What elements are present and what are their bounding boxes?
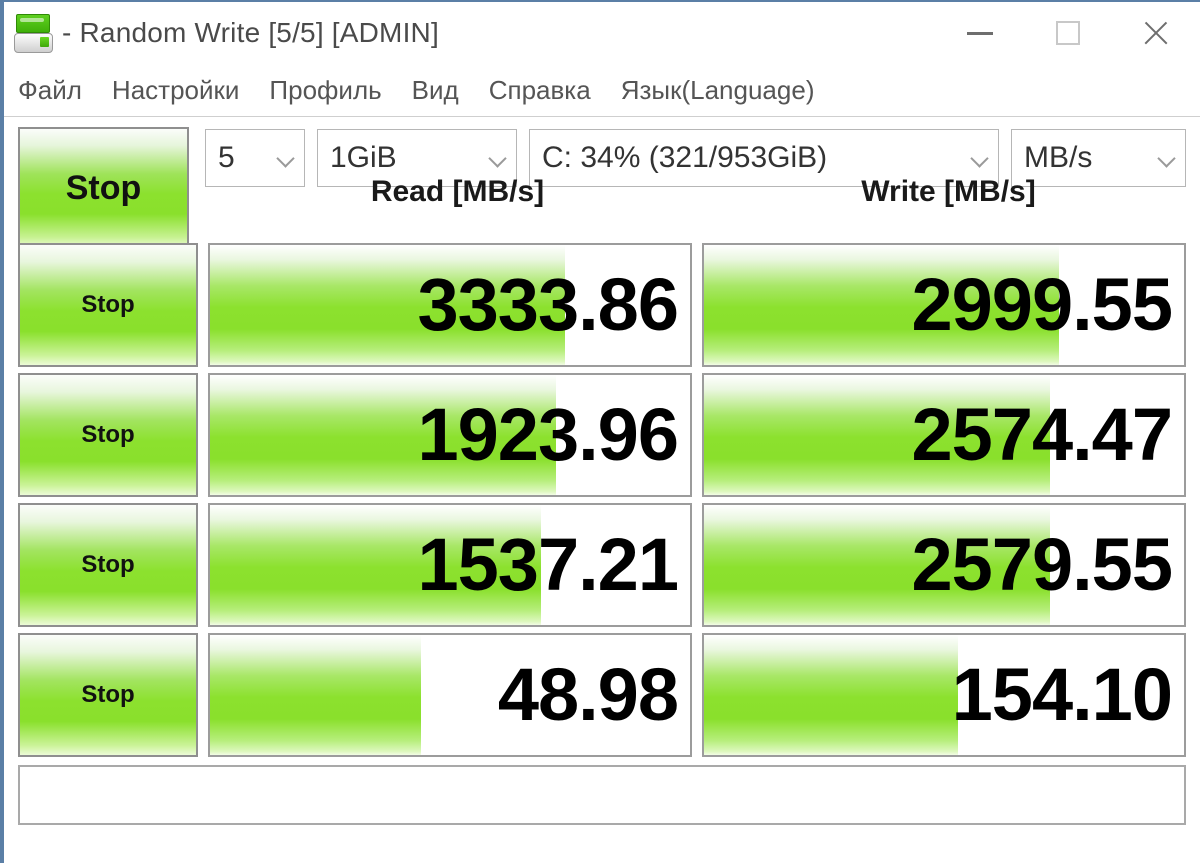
title-bar: - Random Write [5/5] [ADMIN] xyxy=(4,2,1200,64)
chevron-down-icon xyxy=(1159,150,1175,166)
read-result-cell-2: 1923.96 xyxy=(208,373,692,497)
read-value-1: 3333.86 xyxy=(417,263,679,346)
test-size-value: 1GiB xyxy=(330,141,397,174)
write-column-header: Write [MB/s] xyxy=(861,175,1036,208)
write-value-1: 2999.55 xyxy=(911,263,1173,346)
write-result-cell-3: 2579.55 xyxy=(702,503,1186,627)
read-value-2: 1923.96 xyxy=(417,393,679,476)
menu-bar: Файл Настройки Профиль Вид Справка Язык(… xyxy=(4,64,1200,117)
write-result-cell-4: 154.10 xyxy=(702,633,1186,757)
run-all-button[interactable]: Stop xyxy=(18,127,189,249)
write-result-cell-2: 2574.47 xyxy=(702,373,1186,497)
read-value-4: 48.98 xyxy=(497,653,679,736)
main-content: Stop 5 1GiB C: 34% (321/953GiB) MB/s Rea… xyxy=(4,117,1200,825)
unit-value: MB/s xyxy=(1024,141,1093,174)
test-count-value: 5 xyxy=(218,141,235,174)
menu-item-view[interactable]: Вид xyxy=(412,75,459,106)
run-row-button-4[interactable]: Stop xyxy=(18,633,198,757)
write-value-3: 2579.55 xyxy=(911,523,1173,606)
table-row: Stop 3333.86 2999.55 xyxy=(18,243,1186,367)
run-row-button-1[interactable]: Stop xyxy=(18,243,198,367)
close-button[interactable] xyxy=(1112,2,1200,64)
chevron-down-icon xyxy=(490,150,506,166)
window-title: - Random Write [5/5] [ADMIN] xyxy=(62,17,439,48)
run-row-button-3[interactable]: Stop xyxy=(18,503,198,627)
comment-field[interactable] xyxy=(18,765,1186,825)
read-result-cell-1: 3333.86 xyxy=(208,243,692,367)
menu-item-language[interactable]: Язык(Language) xyxy=(621,75,815,106)
menu-item-help[interactable]: Справка xyxy=(489,75,591,106)
read-result-cell-4: 48.98 xyxy=(208,633,692,757)
drive-select-value: C: 34% (321/953GiB) xyxy=(542,141,828,174)
minimize-button[interactable] xyxy=(936,2,1024,64)
crystaldiskmark-icon xyxy=(12,11,56,55)
crystaldiskmark-window: - Random Write [5/5] [ADMIN] Файл Настро… xyxy=(0,0,1200,863)
menu-item-profile[interactable]: Профиль xyxy=(269,75,381,106)
table-row: Stop 1923.96 2574.47 xyxy=(18,373,1186,497)
window-controls xyxy=(936,2,1200,64)
maximize-button[interactable] xyxy=(1024,2,1112,64)
write-result-cell-1: 2999.55 xyxy=(702,243,1186,367)
read-column-header: Read [MB/s] xyxy=(370,175,545,208)
table-row: Stop 48.98 154.10 xyxy=(18,633,1186,757)
write-value-2: 2574.47 xyxy=(911,393,1173,476)
close-icon xyxy=(1141,18,1171,48)
chevron-down-icon xyxy=(278,150,294,166)
table-row: Stop 1537.21 2579.55 xyxy=(18,503,1186,627)
write-fill-bar-4 xyxy=(704,635,959,755)
chevron-down-icon xyxy=(972,150,988,166)
results-grid: Stop 3333.86 2999.55 Stop 1923.96 2574.4… xyxy=(18,243,1186,757)
write-value-4: 154.10 xyxy=(951,653,1173,736)
maximize-icon xyxy=(1056,21,1080,45)
column-headers: Read [MB/s] Write [MB/s] xyxy=(216,175,1190,209)
read-fill-bar-4 xyxy=(210,635,422,755)
minimize-icon xyxy=(967,31,993,35)
read-value-3: 1537.21 xyxy=(417,523,679,606)
menu-item-file[interactable]: Файл xyxy=(18,75,82,106)
run-row-button-2[interactable]: Stop xyxy=(18,373,198,497)
menu-item-settings[interactable]: Настройки xyxy=(112,75,240,106)
read-result-cell-3: 1537.21 xyxy=(208,503,692,627)
